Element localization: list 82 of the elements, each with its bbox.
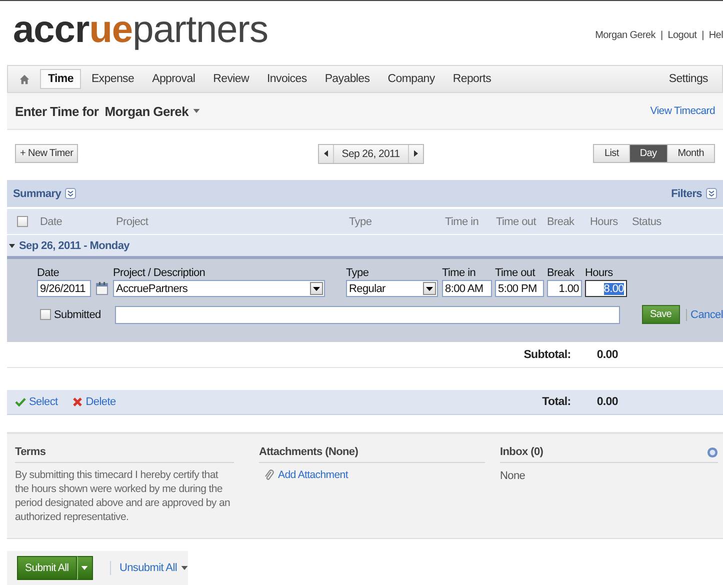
field-label: Time out [495, 267, 536, 279]
view-toggle[interactable]: Month [666, 145, 714, 162]
day-group-header[interactable]: Sep 26, 2011 - Monday [7, 234, 723, 256]
break-field[interactable]: 1.00 [547, 280, 582, 297]
calendar-icon[interactable] [96, 282, 108, 295]
submit-all-button[interactable]: Submit All [17, 556, 77, 580]
nav-tab[interactable]: Expense [83, 69, 142, 89]
time-in-field[interactable]: 8:00 AM [442, 280, 492, 297]
cross-icon [72, 397, 83, 407]
column-header: Time out [496, 216, 536, 228]
user-dropdown[interactable]: Morgan Gerek [102, 104, 202, 118]
view-toggle[interactable]: Day [628, 145, 667, 162]
nav-tab[interactable]: Time [40, 69, 82, 89]
select-link[interactable]: Select [15, 396, 58, 408]
total-value: 0.00 [596, 396, 618, 408]
dropdown-arrow-icon [426, 286, 433, 290]
field-label: Hours [585, 267, 614, 279]
column-header: Time in [445, 216, 479, 228]
summary-title: Summary [13, 188, 62, 200]
caret-icon [192, 109, 200, 113]
settings-tab[interactable]: Settings [660, 69, 716, 89]
header-link[interactable]: Logout [668, 30, 697, 40]
expand-icon[interactable] [706, 188, 717, 199]
nav-tab[interactable]: Company [380, 69, 443, 89]
submitted-checkbox[interactable]: Submitted [40, 308, 116, 320]
checkmark-icon [15, 397, 26, 407]
terms-text: By submitting this timecard I hereby certify that the hours shown were worked by me during the period designated above and are approved by an authorized representative. [15, 468, 232, 524]
separator: | [660, 30, 663, 40]
collapse-icon[interactable] [65, 188, 76, 199]
nav-tab[interactable]: Payables [316, 69, 378, 89]
add-attachment-link[interactable]: Add Attachment [259, 469, 348, 481]
nav-tab[interactable]: Invoices [259, 69, 315, 89]
left-arrow-icon [324, 150, 328, 157]
hours-field[interactable]: 8.00 [585, 280, 627, 297]
field-label: Project / Description [113, 267, 206, 279]
select-all-checkbox[interactable] [17, 216, 28, 227]
field-label: Break [547, 267, 576, 279]
terms-heading: Terms [15, 446, 234, 463]
column-header: Date [40, 216, 62, 228]
total-label: Total: [542, 396, 571, 408]
home-icon[interactable] [19, 74, 30, 84]
header-link[interactable]: Morgan Gerek [595, 30, 656, 40]
type-dropdown[interactable]: Regular [346, 280, 438, 297]
view-timecard-link[interactable]: View Timecard [650, 105, 715, 117]
paperclip-icon [264, 469, 274, 481]
caret-icon [181, 566, 188, 570]
date-display: Sep 26, 2011 [332, 144, 409, 162]
save-button[interactable]: Save [642, 305, 680, 324]
nav-tab[interactable]: Approval [144, 69, 204, 89]
attachments-heading: Attachments (None) [259, 446, 485, 463]
column-header: Status [632, 216, 662, 228]
description-field[interactable] [115, 306, 620, 324]
logo: accruepartners [13, 8, 268, 52]
header-link[interactable]: Hel [708, 30, 723, 40]
filters-label[interactable]: Filters [671, 188, 702, 200]
nav-tab[interactable]: Reports [444, 69, 500, 89]
date-field[interactable]: 9/26/2011 [37, 280, 91, 297]
inbox-text: None [500, 470, 526, 482]
dropdown-arrow-icon [313, 286, 320, 290]
view-toggle[interactable]: List [594, 145, 629, 162]
field-label: Time in [442, 267, 477, 279]
project-dropdown[interactable]: AccruePartners [113, 280, 325, 297]
column-header: Project [116, 216, 148, 228]
inbox-heading: Inbox (0) [500, 446, 544, 458]
unsubmit-all-link[interactable]: Unsubmit All [119, 562, 188, 574]
column-header: Break [547, 216, 574, 228]
field-label: Date [37, 267, 60, 279]
submit-menu-button[interactable] [76, 556, 93, 580]
separator: | [702, 30, 704, 40]
column-header: Type [349, 216, 372, 228]
new-timer-button[interactable]: + New Timer [15, 144, 78, 163]
caret-icon [81, 566, 88, 570]
page-title: Enter Time for [15, 104, 99, 118]
day-label: Sep 26, 2011 - Monday [19, 240, 130, 252]
right-arrow-icon [414, 150, 418, 157]
nav-tab[interactable]: Review [205, 69, 258, 89]
subtotal-value: 0.00 [596, 348, 618, 360]
delete-link[interactable]: Delete [72, 396, 116, 408]
subtotal-label: Subtotal: [524, 348, 571, 360]
time-out-field[interactable]: 5:00 PM [495, 280, 544, 297]
field-label: Type [346, 267, 370, 279]
column-header: Hours [590, 216, 618, 228]
